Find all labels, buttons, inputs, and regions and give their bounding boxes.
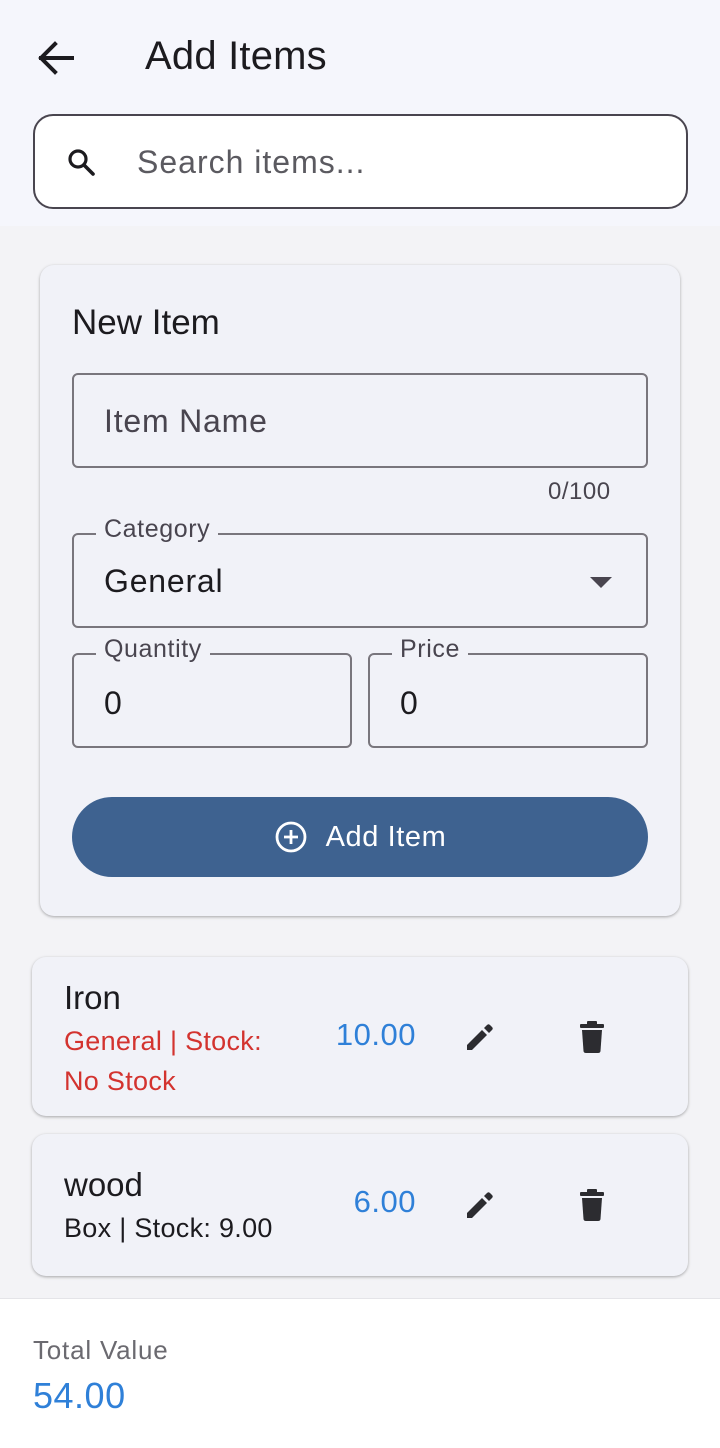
item-price: 6.00 (353, 1184, 416, 1219)
new-item-card: New Item 0/100 Category General Quantity… (40, 265, 680, 916)
item-name-counter: 0/100 (548, 478, 611, 505)
add-item-button[interactable]: Add Item (72, 797, 648, 877)
item-name-field[interactable] (72, 373, 648, 468)
price-input[interactable] (400, 681, 620, 725)
plus-circle-icon (275, 821, 306, 853)
page-title: Add Items (145, 34, 327, 78)
back-button[interactable] (26, 30, 86, 86)
item-subtitle: General | Stock: No Stock (64, 1026, 262, 1096)
edit-button[interactable] (452, 1177, 508, 1233)
add-item-label: Add Item (325, 820, 447, 853)
item-name: wood (64, 1166, 143, 1203)
arrow-left-icon (38, 41, 74, 75)
quantity-field[interactable]: Quantity (72, 635, 352, 748)
edit-button[interactable] (452, 1009, 508, 1065)
list-item[interactable]: wood Box | Stock: 9.00 6.00 (32, 1134, 688, 1276)
search-bar[interactable] (33, 114, 688, 209)
price-label: Price (392, 635, 468, 664)
app-bar: Add Items (0, 0, 720, 226)
category-label: Category (96, 515, 219, 544)
trash-icon (580, 1189, 604, 1221)
delete-button[interactable] (564, 1177, 620, 1233)
total-footer: Total Value 54.00 (0, 1298, 720, 1448)
category-value: General (104, 563, 224, 599)
list-item[interactable]: Iron General | Stock: No Stock 10.00 (32, 957, 688, 1116)
trash-icon (580, 1021, 604, 1053)
category-dropdown[interactable]: Category General (72, 515, 648, 628)
search-icon (68, 149, 95, 176)
quantity-label: Quantity (96, 635, 210, 664)
item-subtitle: Box | Stock: 9.00 (64, 1213, 273, 1243)
pencil-icon (467, 1192, 493, 1218)
pencil-icon (467, 1024, 493, 1050)
new-item-title: New Item (72, 303, 220, 342)
search-input[interactable] (137, 138, 657, 186)
item-price: 10.00 (335, 1017, 416, 1052)
price-field[interactable]: Price (368, 635, 648, 748)
quantity-input[interactable] (104, 681, 324, 725)
total-label: Total Value (33, 1335, 169, 1365)
total-value: 54.00 (33, 1375, 126, 1416)
delete-button[interactable] (564, 1009, 620, 1065)
dropdown-arrow-icon (590, 577, 612, 588)
item-name-input[interactable] (104, 397, 604, 445)
item-name: Iron (64, 979, 121, 1016)
